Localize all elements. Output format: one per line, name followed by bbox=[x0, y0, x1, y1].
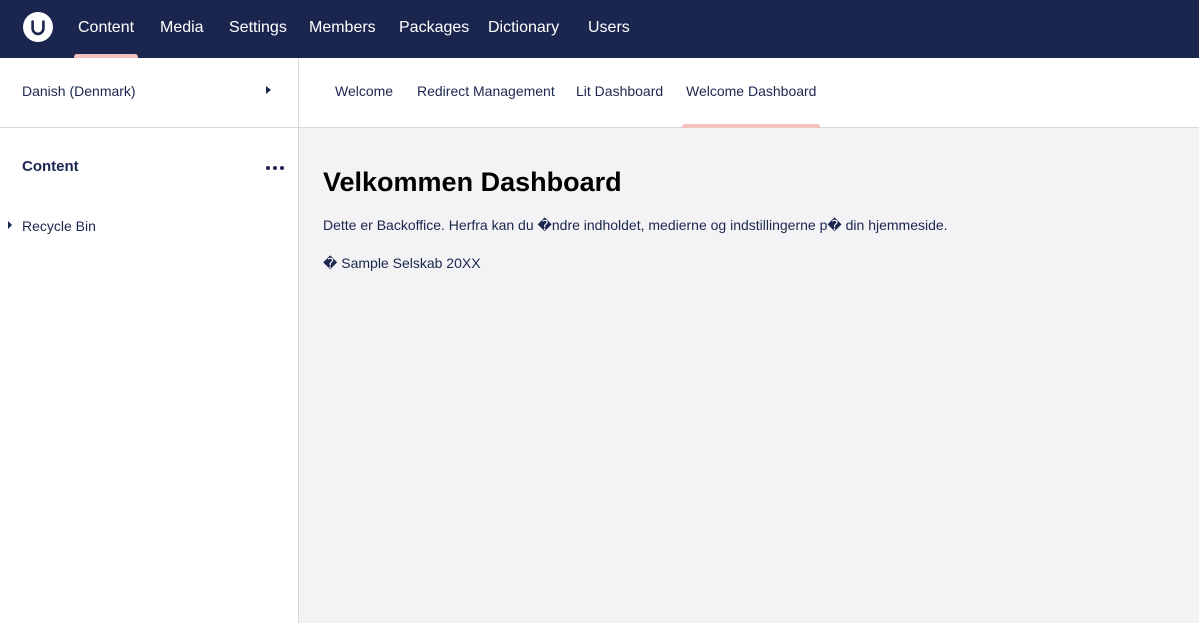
section-members[interactable]: Members bbox=[309, 0, 376, 58]
section-media[interactable]: Media bbox=[160, 0, 204, 58]
section-users[interactable]: Users bbox=[588, 0, 630, 58]
culture-selector[interactable]: Danish (Denmark) bbox=[0, 58, 298, 128]
caret-right-icon bbox=[266, 86, 271, 94]
section-dictionary[interactable]: Dictionary bbox=[488, 0, 559, 58]
intro-text: Dette er Backoffice. Herfra kan du �ndre… bbox=[323, 217, 948, 233]
tree-title: Content bbox=[22, 158, 79, 175]
copyright-text: � Sample Selskab 20XX bbox=[323, 255, 481, 271]
page-title: Velkommen Dashboard bbox=[323, 167, 622, 197]
section-content[interactable]: Content bbox=[73, 0, 139, 58]
dashboard-content: Velkommen Dashboard Dette er Backoffice.… bbox=[299, 128, 1199, 623]
sidebar: Danish (Denmark) Content Recycle Bin bbox=[0, 58, 299, 623]
section-packages[interactable]: Packages bbox=[399, 0, 469, 58]
tab-lit-dashboard[interactable]: Lit Dashboard bbox=[576, 58, 663, 128]
tab-welcome-dashboard[interactable]: Welcome Dashboard bbox=[681, 58, 821, 128]
caret-right-icon[interactable] bbox=[8, 221, 12, 229]
ellipsis-icon[interactable] bbox=[264, 162, 286, 174]
culture-label: Danish (Denmark) bbox=[22, 83, 136, 99]
section-settings[interactable]: Settings bbox=[229, 0, 287, 58]
tree-item-recycle-bin[interactable]: Recycle Bin bbox=[0, 215, 298, 239]
dashboard-tabs: Welcome Redirect Management Lit Dashboar… bbox=[299, 58, 1199, 128]
umbraco-logo-icon[interactable] bbox=[23, 12, 53, 42]
tab-welcome[interactable]: Welcome bbox=[335, 58, 393, 128]
tree-item-label: Recycle Bin bbox=[22, 218, 96, 234]
top-header: Content Media Settings Members Packages … bbox=[0, 0, 1199, 58]
tab-redirect-management[interactable]: Redirect Management bbox=[417, 58, 555, 128]
